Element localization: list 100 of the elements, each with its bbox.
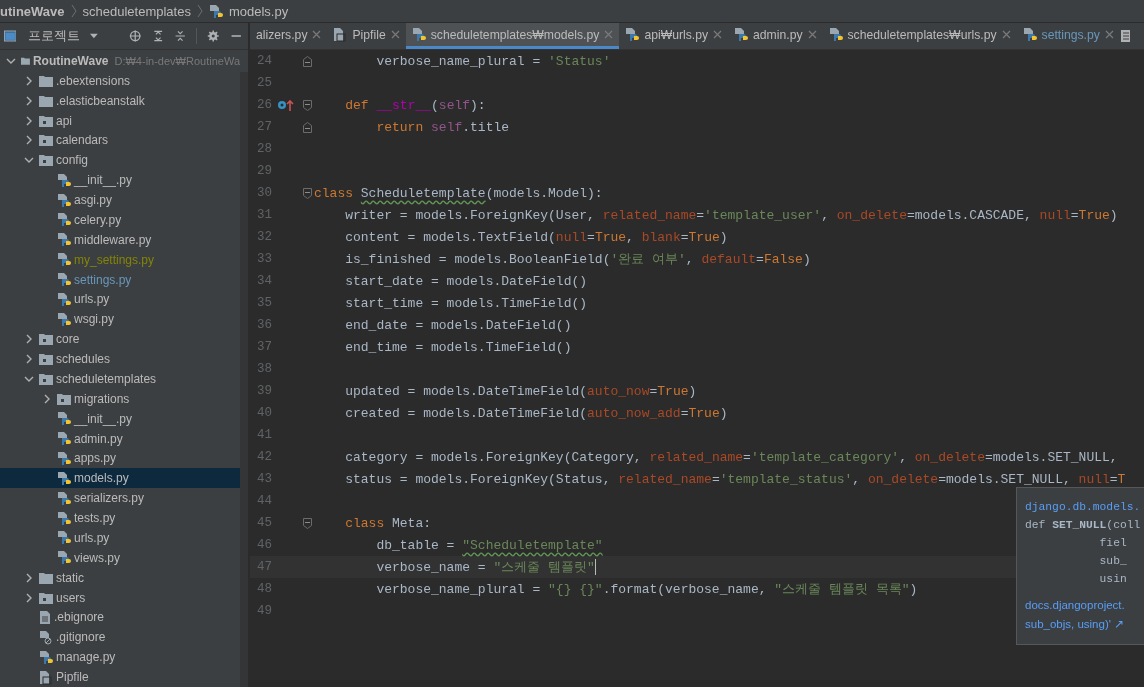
tree-item[interactable]: wsgi.py xyxy=(0,309,240,330)
argument-name: null xyxy=(555,229,588,245)
code-text: .format(verbose_name, xyxy=(602,581,768,597)
tree-item[interactable]: config xyxy=(0,150,240,171)
argument-name: on_delete xyxy=(867,471,939,487)
tree-item[interactable]: serializers.py xyxy=(0,488,240,509)
code-text: = xyxy=(743,449,751,465)
tree-item[interactable]: apps.py xyxy=(0,448,240,469)
code-text: = xyxy=(680,405,689,421)
code-text: , xyxy=(626,229,635,245)
tree-item[interactable]: asgi.py xyxy=(0,190,240,210)
tree-item[interactable]: __init__.py xyxy=(0,408,240,429)
code-text: verbose_name_plural = xyxy=(375,581,542,597)
line-number: 46 xyxy=(256,538,272,552)
keyword: True xyxy=(1078,207,1110,223)
panel-title[interactable]: 프로젝트 xyxy=(28,27,81,45)
code-text: ) xyxy=(802,251,811,267)
code-text: end_date = models.DateField() xyxy=(344,317,572,333)
code-text: , xyxy=(899,449,908,465)
signature-line: def SET_NULL(coll xyxy=(1025,518,1142,533)
line-number: 24 xyxy=(256,54,272,68)
string-literal: 'template_user' xyxy=(704,207,822,223)
line-number: 38 xyxy=(256,362,272,376)
tree-item[interactable]: views.py xyxy=(0,547,240,568)
project-path: D:₩4-in-dev₩RoutineWa xyxy=(114,54,240,67)
code-text: ( xyxy=(431,97,439,113)
argument-name: null xyxy=(1078,471,1110,487)
editor-tab[interactable]: admin.py xyxy=(728,23,823,49)
breadcrumb-item[interactable]: models.py xyxy=(228,3,289,19)
code-text: ) xyxy=(719,405,728,421)
code-text: = xyxy=(696,207,705,223)
tree-item[interactable]: __init__.py xyxy=(0,170,240,191)
self-keyword: self xyxy=(438,97,471,113)
argument-name: on_delete xyxy=(914,449,985,465)
tree-item[interactable]: .ebignore xyxy=(0,607,240,628)
editor-tab[interactable]: settings.py xyxy=(1016,23,1120,49)
string-literal: '완료 여부' xyxy=(610,251,686,268)
line-number: 37 xyxy=(256,340,272,354)
keyword: class xyxy=(314,185,354,201)
tree-item[interactable]: RoutineWave D:₩4-in-dev₩RoutineWa xyxy=(0,51,240,71)
tree-item[interactable]: celery.py xyxy=(0,210,240,230)
keyword: def xyxy=(344,97,370,113)
line-number: 48 xyxy=(256,582,272,596)
tree-item[interactable]: urls.py xyxy=(0,528,240,548)
code-text: ) xyxy=(688,383,697,399)
tree-item[interactable]: scheduletemplates xyxy=(0,369,240,389)
tree-item[interactable]: schedules xyxy=(0,349,240,369)
tree-item[interactable]: migrations xyxy=(0,388,240,409)
code-text: updated = models.DateTimeField( xyxy=(344,383,588,399)
keyword: False xyxy=(763,251,803,267)
editor-tab[interactable]: alizers.py xyxy=(250,23,328,49)
line-number: 33 xyxy=(256,252,272,266)
editor-tab[interactable]: scheduletemplates₩urls.py xyxy=(822,23,1017,49)
code-text: start_date = models.DateField() xyxy=(344,273,588,289)
tree-item[interactable]: api xyxy=(0,110,240,131)
code-text: is_finished = models.BooleanField( xyxy=(344,251,611,267)
tree-item[interactable]: admin.py xyxy=(0,428,240,449)
string-literal: "Scheduletemplate" xyxy=(462,537,603,553)
self-keyword: self xyxy=(431,119,463,135)
tree-item[interactable]: urls.py xyxy=(0,289,240,310)
tree-item[interactable]: tests.py xyxy=(0,508,240,528)
code-text: category = models.ForeignKey(Category, xyxy=(344,449,643,465)
code-text: =models.SET_NULL, xyxy=(984,449,1118,465)
line-number: 31 xyxy=(256,208,272,222)
code-text: =models.CASCADE, xyxy=(906,207,1033,223)
tree-item[interactable]: .gitignore xyxy=(0,627,240,648)
tree-item[interactable]: Pipfile xyxy=(0,667,240,687)
line-number: 30 xyxy=(256,186,272,200)
code-text: Meta: xyxy=(392,515,432,531)
tree-item[interactable]: .ebextensions xyxy=(0,70,240,91)
breadcrumb-item[interactable]: scheduletemplates xyxy=(82,3,191,19)
editor-tab[interactable]: api₩urls.py xyxy=(619,23,729,49)
code-text: Scheduletemplate xyxy=(360,185,486,201)
doc-link[interactable]: docs.djangoproject. xyxy=(1025,596,1144,615)
tree-item[interactable]: calendars xyxy=(0,130,240,151)
line-number: 49 xyxy=(256,604,272,618)
module-link[interactable]: django.db.models. xyxy=(1025,498,1144,516)
tree-item[interactable]: settings.py xyxy=(0,269,240,290)
breadcrumb-item[interactable]: utineWave xyxy=(0,3,65,19)
line-number: 40 xyxy=(256,406,272,420)
line-number: 27 xyxy=(256,120,272,134)
editor-tab[interactable]: Pipfile xyxy=(327,23,406,49)
tree-item[interactable]: manage.py xyxy=(0,647,240,668)
tree-item[interactable]: middleware.py xyxy=(0,229,240,250)
argument-name: related_name xyxy=(618,471,712,487)
tree-item[interactable]: users xyxy=(0,587,240,608)
tree-item[interactable]: core xyxy=(0,329,240,350)
tree-item[interactable]: .elasticbeanstalk xyxy=(0,90,240,111)
editor-tab[interactable]: scheduletemplates₩models.py xyxy=(405,23,620,49)
tree-item[interactable]: models.py xyxy=(0,468,240,489)
code-text: = xyxy=(1070,207,1079,223)
keyword: True xyxy=(657,383,689,399)
code-text: db_table = xyxy=(375,537,456,553)
code-text: ): xyxy=(470,97,486,113)
code-text: .title xyxy=(462,119,510,135)
tree-item[interactable]: static xyxy=(0,567,240,588)
line-number: 41 xyxy=(256,428,272,442)
code-text: = xyxy=(1109,471,1118,487)
doc-link[interactable]: sub_objs, using)' ↗ xyxy=(1025,615,1144,634)
signature-line: usin xyxy=(1098,572,1128,587)
